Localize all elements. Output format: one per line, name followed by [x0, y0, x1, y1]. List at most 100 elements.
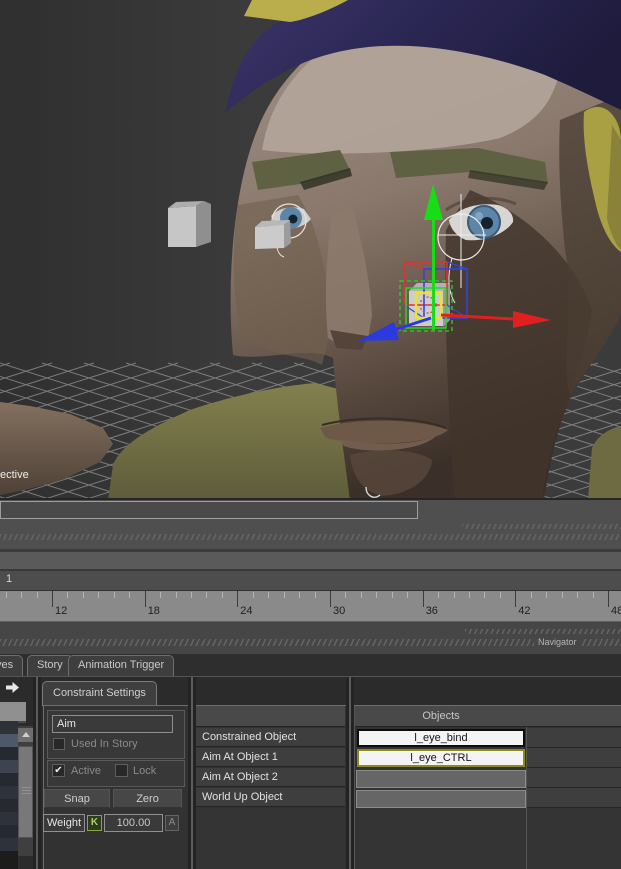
ruler-tick — [5, 592, 7, 598]
active-checkbox[interactable]: ✔ — [52, 764, 65, 777]
ruler-tick — [191, 592, 192, 598]
tree-scrollbar[interactable] — [18, 726, 33, 856]
ruler-tick — [113, 592, 115, 598]
object-field-empty[interactable] — [356, 790, 526, 808]
navigator-tree-row[interactable] — [0, 799, 18, 812]
panel-splitter[interactable] — [188, 677, 196, 869]
panel-grip[interactable] — [465, 629, 621, 634]
constraint-slot-row[interactable]: Aim At Object 1 — [196, 748, 345, 767]
weight-key-button[interactable]: K — [87, 815, 102, 831]
constraint-slot-row[interactable]: World Up Object — [196, 788, 345, 807]
ruler-tick — [376, 592, 378, 598]
ruler-tick — [422, 591, 424, 607]
lock-checkbox[interactable] — [115, 764, 128, 777]
objects-column-header: Objects — [355, 706, 527, 727]
timeline-frame-label: 24 — [240, 605, 253, 617]
tab-curves[interactable]: ves — [0, 655, 24, 676]
used-in-story-checkbox[interactable] — [53, 738, 65, 750]
snap-button[interactable]: Snap — [44, 789, 110, 808]
navigator-tree-row[interactable] — [0, 747, 18, 760]
ruler-tick — [98, 592, 100, 598]
object-field[interactable]: l_eye_CTRL — [357, 749, 525, 767]
tab-story[interactable]: Story — [27, 655, 73, 676]
weight-label-box: Weight — [43, 814, 85, 832]
ruler-tick — [499, 592, 501, 598]
navigator-tree-row[interactable] — [0, 773, 18, 786]
viewport-3d[interactable] — [0, 0, 621, 500]
ruler-tick — [252, 592, 254, 598]
ruler-tick — [314, 592, 316, 598]
expand-arrow-icon[interactable] — [6, 682, 19, 693]
ruler-tick — [345, 592, 347, 598]
active-label: Active — [71, 765, 101, 777]
ruler-tick — [144, 591, 146, 607]
panel-grip[interactable] — [0, 534, 621, 540]
navigator-tree-row[interactable] — [0, 825, 18, 838]
navigator-tree-row[interactable] — [0, 786, 18, 799]
ruler-tick — [268, 592, 270, 598]
ruler-tick — [592, 592, 594, 598]
scroll-up-button[interactable] — [18, 728, 33, 742]
ruler-tick — [330, 591, 331, 607]
navigator-preview-box — [0, 702, 26, 723]
weight-anim-button[interactable]: A — [165, 815, 179, 831]
timeline-frame-label: 36 — [425, 605, 438, 617]
scrollbar-thumb[interactable] — [18, 746, 33, 838]
weight-value-field[interactable]: 100.00 — [104, 814, 163, 832]
ruler-tick — [237, 591, 239, 607]
cube-object-mid[interactable] — [255, 220, 291, 249]
ruler-tick — [484, 592, 486, 598]
ruler-tick — [82, 592, 84, 598]
navigator-tree-row[interactable] — [0, 721, 18, 734]
time-ruler[interactable]: 12 18 24 30 36 42 48 — [0, 590, 621, 622]
timeline-frame-label: 12 — [55, 605, 68, 617]
panel-splitter[interactable] — [33, 677, 41, 869]
timeline-frame-label: 18 — [147, 605, 160, 617]
tree-footer — [0, 851, 18, 869]
table-row[interactable] — [527, 748, 621, 768]
navigator-tree-row[interactable] — [0, 838, 18, 851]
ruler-tick — [546, 592, 548, 598]
timeline-frame-label: 30 — [333, 605, 346, 617]
panel-grip[interactable] — [462, 524, 621, 529]
tabs-row: ves Story Animation Trigger — [0, 654, 621, 676]
constraint-slot-row[interactable]: Aim At Object 2 — [196, 768, 345, 787]
tab-animation-trigger[interactable]: Animation Trigger — [68, 655, 175, 676]
ruler-tick — [52, 591, 53, 607]
panel-grip[interactable] — [0, 639, 621, 646]
table-row[interactable] — [527, 728, 621, 748]
current-frame-label: 1 — [6, 573, 13, 585]
panel-splitter[interactable] — [346, 677, 354, 869]
constraint-name-field[interactable]: Aim — [52, 715, 173, 733]
ruler-tick — [438, 592, 440, 598]
scroll-up-icon — [21, 732, 30, 737]
playback-range-slider[interactable] — [0, 501, 418, 519]
navigator-strip — [0, 622, 621, 654]
object-field-empty[interactable] — [356, 770, 526, 788]
ruler-tick — [453, 592, 455, 598]
ruler-tick — [221, 592, 223, 598]
timeline-toolbar-strip — [0, 549, 621, 569]
frame-indicator-bar[interactable]: 1 — [0, 569, 621, 590]
table-row[interactable] — [527, 788, 621, 808]
ruler-tick — [530, 592, 532, 598]
ruler-tick — [67, 592, 69, 598]
cube-object-left[interactable] — [168, 201, 211, 247]
lock-label: Lock — [133, 765, 157, 777]
ruler-tick — [160, 592, 162, 598]
zero-button[interactable]: Zero — [113, 789, 182, 808]
constraint-slot-row[interactable]: Constrained Object — [196, 728, 345, 747]
ruler-tick — [36, 592, 38, 598]
navigator-tree-row[interactable] — [0, 734, 18, 747]
used-in-story-label: Used In Story — [71, 738, 138, 750]
navigator-tree-row[interactable] — [0, 812, 18, 825]
table-row[interactable] — [527, 768, 621, 788]
tab-constraint-settings[interactable]: Constraint Settings — [42, 681, 157, 706]
ruler-tick — [561, 592, 563, 598]
navigator-label: Navigator — [534, 637, 581, 647]
table-header-blank — [196, 706, 345, 727]
navigator-tree-row[interactable] — [0, 760, 18, 773]
table-header-blank — [527, 706, 621, 727]
object-field[interactable]: l_eye_bind — [357, 729, 525, 747]
camera-label: ective — [0, 469, 29, 481]
